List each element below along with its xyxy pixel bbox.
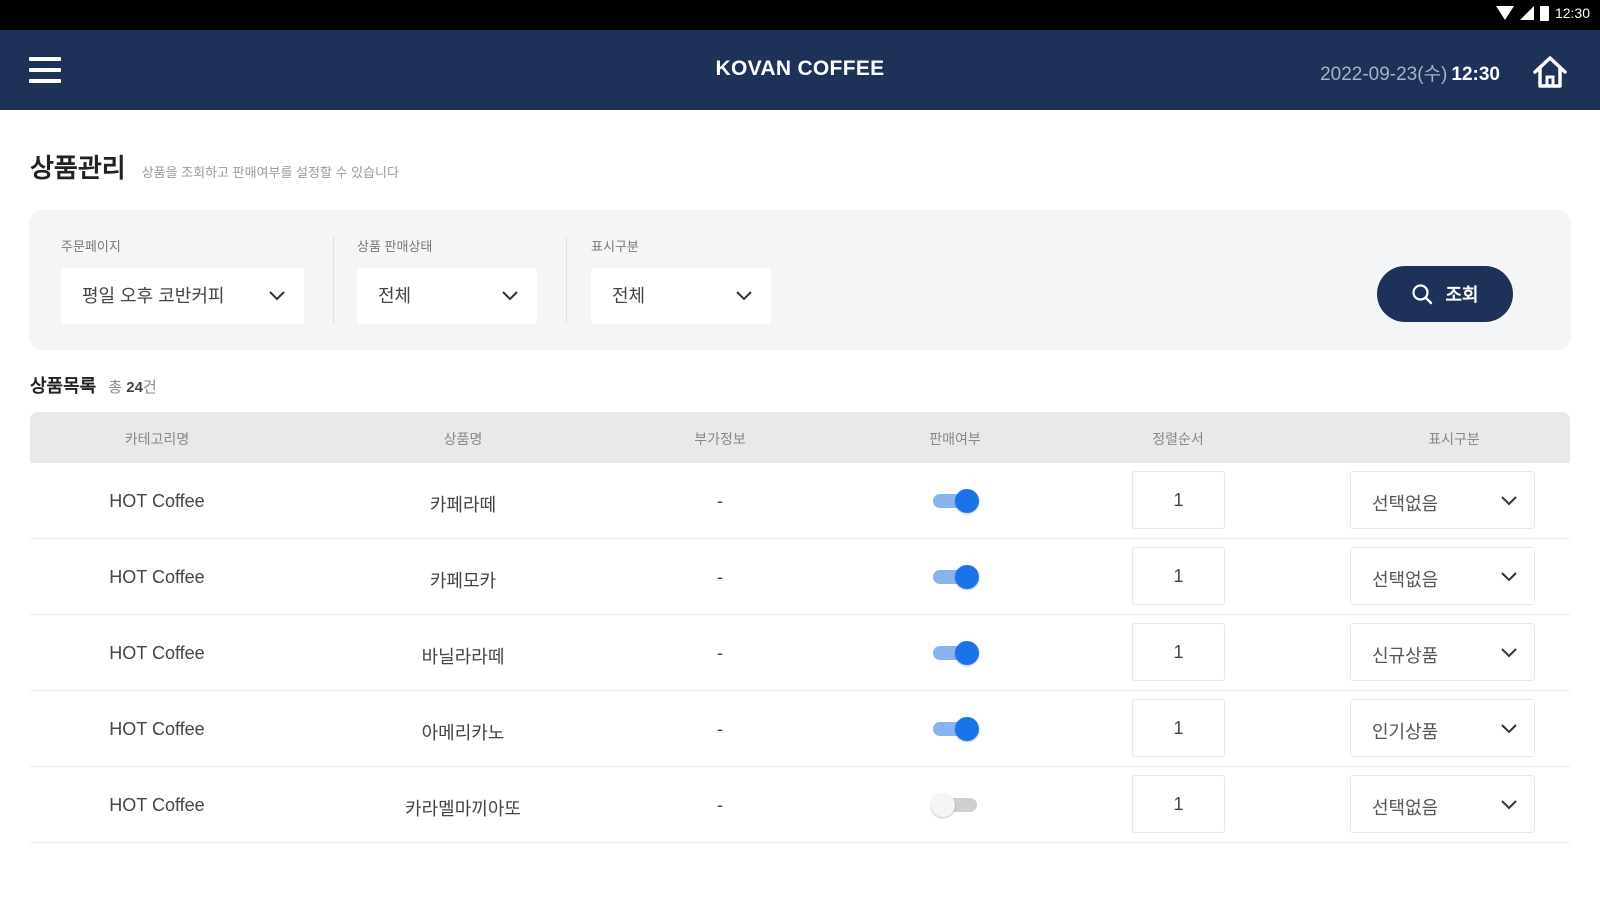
- display-type-row-value: 선택없음: [1372, 798, 1439, 818]
- sale-toggle[interactable]: [931, 717, 979, 741]
- cell-category: HOT Coffee: [109, 795, 205, 815]
- column-header-extra-info: 부가정보: [694, 431, 746, 447]
- cell-product-name: 카페라떼: [429, 495, 497, 515]
- sort-order-input[interactable]: [1132, 775, 1225, 833]
- page-heading: 상품관리 상품을 조회하고 판매여부를 설정할 수 있습니다: [30, 148, 399, 185]
- column-header-product-name: 상품명: [443, 431, 483, 447]
- cell-product-name: 바닐라라떼: [421, 647, 505, 667]
- display-type-row-select[interactable]: 선택없음: [1350, 471, 1535, 529]
- display-type-row-select[interactable]: 선택없음: [1350, 547, 1535, 605]
- table-header: 카테고리명 상품명 부가정보 판매여부 정렬순서 표시구분: [30, 412, 1570, 463]
- product-list-title: 상품목록: [30, 376, 97, 396]
- sale-status-select[interactable]: 전체: [357, 268, 537, 324]
- chevron-down-icon: [502, 291, 518, 301]
- filter-display-type: 표시구분 전체: [591, 236, 771, 324]
- sale-toggle[interactable]: [931, 793, 979, 817]
- product-count-value: 24: [126, 379, 143, 396]
- table-row: HOT Coffee 카페라떼 - 선택없음: [30, 463, 1570, 539]
- column-header-sort-order: 정렬순서: [1152, 431, 1204, 447]
- search-button-label: 조회: [1445, 285, 1479, 305]
- home-icon[interactable]: [1530, 52, 1570, 92]
- column-header-category: 카테고리명: [124, 431, 190, 447]
- status-time: 12:30: [1554, 5, 1590, 21]
- order-page-select-value: 평일 오후 코반커피: [82, 286, 225, 306]
- chevron-down-icon: [1501, 724, 1517, 734]
- display-type-row-value: 선택없음: [1372, 570, 1439, 590]
- chevron-down-icon: [1501, 496, 1517, 506]
- cell-category: HOT Coffee: [109, 643, 205, 663]
- header-date: 2022-09-23(수): [1320, 64, 1448, 85]
- app-header: KOVAN COFFEE 2022-09-23(수) 12:30: [0, 30, 1600, 110]
- battery-icon: [1539, 5, 1549, 21]
- chevron-down-icon: [1501, 572, 1517, 582]
- table-row: HOT Coffee 카페모카 - 선택없음: [30, 539, 1570, 615]
- sale-toggle[interactable]: [931, 641, 979, 665]
- search-button[interactable]: 조회: [1377, 266, 1513, 322]
- product-count-suffix: 건: [142, 379, 157, 396]
- table-row: HOT Coffee 아메리카노 - 인기상품: [30, 691, 1570, 767]
- display-type-row-value: 인기상품: [1372, 722, 1439, 742]
- product-count-prefix: 총: [108, 379, 123, 396]
- display-type-row-value: 신규상품: [1372, 646, 1439, 666]
- cell-product-name: 카라멜마끼아또: [405, 799, 521, 819]
- chevron-down-icon: [1501, 648, 1517, 658]
- sale-toggle[interactable]: [931, 565, 979, 589]
- product-list-heading: 상품목록 총 24건: [30, 372, 157, 398]
- sale-status-select-value: 전체: [378, 286, 412, 306]
- cell-extra-info: -: [717, 795, 723, 815]
- filter-divider: [333, 236, 334, 324]
- cell-category: HOT Coffee: [109, 567, 205, 587]
- column-header-on-sale: 판매여부: [929, 431, 981, 447]
- cell-extra-info: -: [717, 719, 723, 739]
- display-type-select[interactable]: 전체: [591, 268, 771, 324]
- column-header-display-type: 표시구분: [1428, 431, 1480, 447]
- cell-product-name: 아메리카노: [421, 723, 505, 743]
- chevron-down-icon: [1501, 800, 1517, 810]
- status-indicators: 12:30: [1495, 5, 1590, 21]
- cell-extra-info: -: [717, 643, 723, 663]
- sort-order-input[interactable]: [1132, 623, 1225, 681]
- wifi-icon: [1495, 6, 1514, 20]
- display-type-row-select[interactable]: 선택없음: [1350, 775, 1535, 833]
- sale-toggle[interactable]: [931, 489, 979, 513]
- page-description: 상품을 조회하고 판매여부를 설정할 수 있습니다: [141, 165, 399, 180]
- search-icon: [1412, 284, 1433, 305]
- filter-divider: [566, 236, 567, 324]
- status-bar: 12:30: [0, 0, 1600, 30]
- product-count: 총 24건: [108, 376, 156, 397]
- sort-order-input[interactable]: [1132, 699, 1225, 757]
- sort-order-input[interactable]: [1132, 471, 1225, 529]
- table-body: HOT Coffee카페라떼-선택없음HOT Coffee카페모카-선택없음HO…: [30, 463, 1570, 843]
- table-row: HOT Coffee 바닐라라떼 - 신규상품: [30, 615, 1570, 691]
- chevron-down-icon: [269, 291, 285, 301]
- filter-panel: 주문페이지 평일 오후 코반커피 상품 판매상태 전체 표시구분 전체 조회: [29, 210, 1571, 350]
- header-time: 12:30: [1451, 64, 1500, 85]
- cell-category: HOT Coffee: [109, 491, 205, 511]
- display-type-select-value: 전체: [612, 286, 646, 306]
- cell-product-name: 카페모카: [429, 571, 497, 591]
- display-type-row-select[interactable]: 신규상품: [1350, 623, 1535, 681]
- header-datetime: 2022-09-23(수) 12:30: [1320, 59, 1500, 86]
- chevron-down-icon: [736, 291, 752, 301]
- filter-order-page: 주문페이지 평일 오후 코반커피: [61, 236, 304, 324]
- filter-label-display-type: 표시구분: [591, 239, 639, 254]
- table-row: HOT Coffee 카라멜마끼아또 - 선택없음: [30, 767, 1570, 843]
- filter-label-sale-status: 상품 판매상태: [357, 239, 433, 254]
- filter-label-order-page: 주문페이지: [61, 239, 121, 254]
- filter-sale-status: 상품 판매상태 전체: [357, 236, 537, 324]
- product-table: 카테고리명 상품명 부가정보 판매여부 정렬순서 표시구분 HOT Coffee…: [30, 412, 1570, 872]
- signal-icon: [1519, 6, 1534, 20]
- display-type-row-select[interactable]: 인기상품: [1350, 699, 1535, 757]
- cell-extra-info: -: [717, 491, 723, 511]
- order-page-select[interactable]: 평일 오후 코반커피: [61, 268, 304, 324]
- page-title: 상품관리: [30, 153, 126, 183]
- display-type-row-value: 선택없음: [1372, 494, 1439, 514]
- cell-category: HOT Coffee: [109, 719, 205, 739]
- table-row-partial: [30, 843, 1570, 872]
- sort-order-input[interactable]: [1132, 547, 1225, 605]
- cell-extra-info: -: [717, 567, 723, 587]
